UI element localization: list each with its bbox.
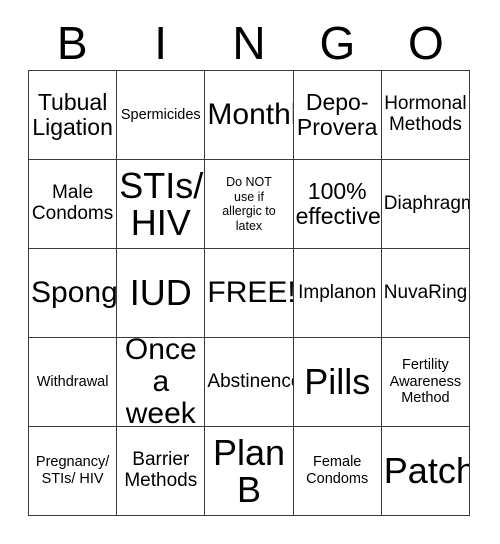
bingo-cell[interactable]: Implanon xyxy=(293,249,382,338)
bingo-cell[interactable]: Depo- Provera xyxy=(293,71,382,160)
bingo-header-letter-b: B xyxy=(56,17,88,69)
bingo-card: B I N G O Tubual Ligation Spermicides Mo… xyxy=(0,0,500,544)
bingo-cell[interactable]: Diaphragm xyxy=(381,160,470,249)
bingo-cell-label: Female Condoms xyxy=(306,454,369,487)
bingo-header-letter-n: N xyxy=(232,17,266,69)
bingo-cell[interactable]: Do NOT use if allergic to latex xyxy=(205,160,294,249)
bingo-cell[interactable]: STIs/ HIV xyxy=(117,160,206,249)
bingo-cell-label: Diaphragm xyxy=(383,192,470,214)
bingo-cell-label: Hormonal Methods xyxy=(384,93,467,135)
bingo-cell[interactable]: Pills xyxy=(293,338,382,427)
bingo-header-letter-o: O xyxy=(407,17,444,69)
bingo-cell-label: Plan B xyxy=(212,431,286,510)
bingo-cell-label: Withdrawal xyxy=(36,373,109,390)
bingo-cell[interactable]: Hormonal Methods xyxy=(381,71,470,160)
bingo-cell[interactable]: Tubual Ligation xyxy=(29,71,118,160)
bingo-cell[interactable]: Abstinence xyxy=(205,338,294,427)
bingo-cell-label: NuvaRing xyxy=(383,281,468,303)
bingo-cell-label: Do NOT use if allergic to latex xyxy=(222,175,276,233)
bingo-cell[interactable]: 100% effective xyxy=(293,160,382,249)
bingo-cell-label: Pills xyxy=(304,361,371,403)
bingo-cell[interactable]: Plan B xyxy=(205,427,294,516)
bingo-free-space-cell[interactable]: FREE! xyxy=(205,249,294,338)
bingo-cell[interactable]: Patch xyxy=(381,427,470,516)
bingo-cell-label: Barrier Methods xyxy=(124,449,198,491)
bingo-cell-label: Once a week xyxy=(124,338,197,427)
bingo-cell-label: Implanon xyxy=(298,281,377,303)
bingo-cell[interactable]: Male Condoms xyxy=(29,160,118,249)
bingo-cell[interactable]: IUD xyxy=(117,249,206,338)
bingo-cell[interactable]: Sponge xyxy=(29,249,118,338)
bingo-cell-label: Tubual Ligation xyxy=(32,89,113,140)
bingo-cell-label: Fertility Awareness Method xyxy=(389,357,462,407)
bingo-cell-label: Sponge xyxy=(31,276,118,310)
bingo-cell-label: Abstinence xyxy=(207,370,294,392)
bingo-header-letter-i: I xyxy=(154,17,167,69)
bingo-cell-label: IUD xyxy=(129,272,192,314)
bingo-cell[interactable]: Female Condoms xyxy=(293,427,382,516)
bingo-cell[interactable]: Barrier Methods xyxy=(117,427,206,516)
bingo-header-row: B I N G O xyxy=(28,16,470,70)
bingo-grid: Tubual Ligation Spermicides Monthly Depo… xyxy=(28,70,470,516)
bingo-cell[interactable]: Spermicides xyxy=(117,71,206,160)
bingo-cell-label: Spermicides xyxy=(120,106,201,123)
bingo-free-space-label: FREE! xyxy=(207,276,294,310)
bingo-cell-label: STIs/ HIV xyxy=(119,164,204,243)
bingo-cell[interactable]: Pregnancy/ STIs/ HIV xyxy=(29,427,118,516)
bingo-cell-label: Depo- Provera xyxy=(296,89,378,140)
bingo-cell-label: Patch xyxy=(383,450,470,492)
bingo-cell[interactable]: Fertility Awareness Method xyxy=(381,338,470,427)
bingo-header-letter-g: G xyxy=(319,17,356,69)
bingo-cell[interactable]: Once a week xyxy=(117,338,206,427)
bingo-cell[interactable]: Monthly xyxy=(205,71,294,160)
bingo-cell[interactable]: NuvaRing xyxy=(381,249,470,338)
bingo-cell-label: Pregnancy/ STIs/ HIV xyxy=(35,454,110,487)
bingo-cell-label: Monthly xyxy=(207,98,292,132)
bingo-cell-label: 100% effective xyxy=(295,178,381,229)
bingo-cell-label: Male Condoms xyxy=(31,182,114,224)
bingo-cell[interactable]: Withdrawal xyxy=(29,338,118,427)
